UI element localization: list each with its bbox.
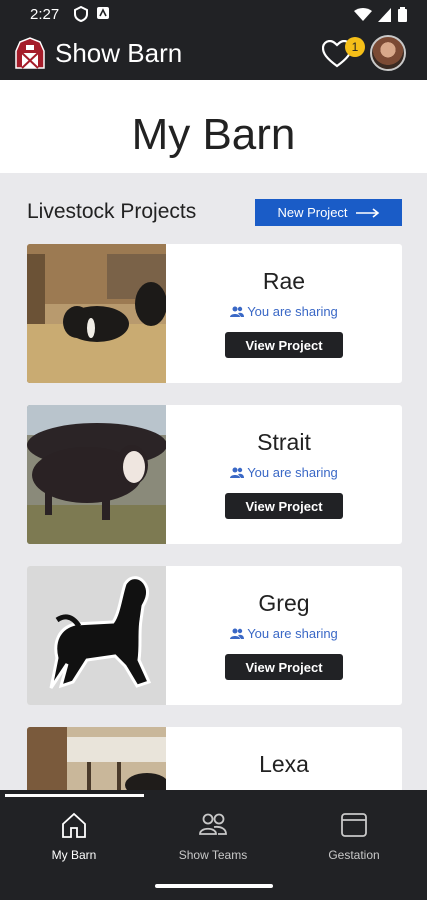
project-card: Strait You are sharing View Project bbox=[27, 405, 402, 544]
people-icon bbox=[230, 628, 245, 639]
gesture-home-indicator[interactable] bbox=[155, 884, 273, 888]
status-bar: 2:27 bbox=[0, 0, 427, 30]
people-icon bbox=[230, 306, 245, 317]
sharing-status: You are sharing bbox=[166, 304, 402, 319]
app-title: Show Barn bbox=[55, 38, 183, 68]
barn-logo-icon bbox=[15, 37, 45, 69]
signal-icon bbox=[378, 7, 391, 22]
clock: 2:27 bbox=[30, 6, 60, 23]
project-name: Strait bbox=[257, 429, 311, 455]
sharing-label: You are sharing bbox=[247, 626, 338, 641]
view-project-button[interactable]: View Project bbox=[225, 493, 343, 519]
shield-icon bbox=[74, 6, 88, 22]
project-photo bbox=[27, 405, 166, 544]
page-title: My Barn bbox=[131, 110, 296, 159]
people-icon bbox=[199, 813, 227, 835]
arrow-right-icon bbox=[355, 207, 379, 218]
sharing-status: You are sharing bbox=[166, 465, 402, 480]
project-name: Lexa bbox=[259, 751, 309, 777]
tab-label: Gestation bbox=[328, 848, 380, 862]
project-photo bbox=[27, 244, 166, 383]
home-icon bbox=[62, 812, 86, 838]
app-bar: Show Barn 1 bbox=[0, 30, 427, 80]
people-icon bbox=[230, 467, 245, 478]
section-heading: Livestock Projects bbox=[27, 200, 197, 223]
notification-badge: 1 bbox=[345, 37, 365, 57]
project-card: Rae You are sharing View Project bbox=[27, 244, 402, 383]
app-notification-icon bbox=[97, 7, 109, 19]
tab-label: Show Teams bbox=[178, 848, 248, 862]
active-tab-indicator bbox=[5, 794, 144, 797]
tab-my-barn[interactable]: My Barn bbox=[3, 800, 145, 870]
sharing-status: You are sharing bbox=[166, 626, 402, 641]
project-name: Greg bbox=[258, 590, 310, 616]
view-project-button[interactable]: View Project bbox=[225, 332, 343, 358]
wifi-icon bbox=[354, 7, 372, 21]
page-header: My Barn bbox=[0, 80, 427, 173]
new-project-label: New Project bbox=[277, 205, 348, 220]
tab-label: My Barn bbox=[51, 848, 97, 862]
battery-icon bbox=[398, 7, 407, 22]
avatar[interactable] bbox=[370, 35, 406, 71]
status-icons-right bbox=[354, 7, 407, 22]
project-name: Rae bbox=[262, 268, 306, 294]
tab-gestation[interactable]: Gestation bbox=[283, 800, 425, 870]
sharing-label: You are sharing bbox=[247, 465, 338, 480]
tab-show-teams[interactable]: Show Teams bbox=[142, 800, 284, 870]
sharing-label: You are sharing bbox=[247, 304, 338, 319]
project-card: Greg You are sharing View Project bbox=[27, 566, 402, 705]
status-icons-left bbox=[74, 6, 110, 22]
calendar-icon bbox=[341, 813, 367, 837]
view-project-button[interactable]: View Project bbox=[225, 654, 343, 680]
goat-silhouette-icon bbox=[27, 566, 166, 705]
new-project-button[interactable]: New Project bbox=[255, 199, 402, 226]
